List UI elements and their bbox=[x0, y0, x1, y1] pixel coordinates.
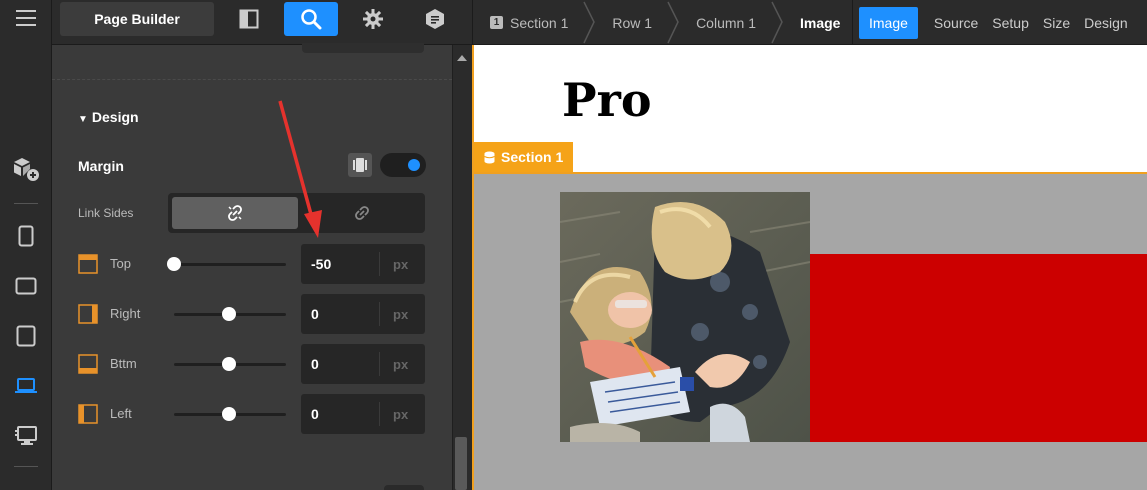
breadcrumb-current-label: Image bbox=[799, 14, 841, 31]
hamburger-menu-icon[interactable] bbox=[12, 4, 40, 32]
margin-top-value: -50 bbox=[311, 256, 332, 272]
children-photo[interactable] bbox=[560, 192, 810, 442]
toggle-knob bbox=[408, 159, 420, 171]
margin-top-side-icon bbox=[78, 254, 98, 274]
link-icon bbox=[355, 206, 369, 220]
breadcrumb-column-label: Column 1 bbox=[696, 14, 756, 31]
section-tag-label: Section 1 bbox=[501, 149, 564, 165]
margin-bottom-value: 0 bbox=[311, 356, 319, 372]
caret-down-icon: ▼ bbox=[78, 114, 88, 125]
red-content-block bbox=[810, 254, 1147, 442]
hexagon-icon[interactable] bbox=[408, 2, 462, 36]
page-preview-canvas: Pro Section 1 bbox=[472, 45, 1147, 490]
margin-left-side-icon bbox=[78, 404, 98, 424]
mobile-device-icon[interactable] bbox=[12, 222, 40, 250]
section-number-badge: 1 bbox=[490, 16, 503, 29]
margin-toggle[interactable] bbox=[380, 153, 426, 177]
laptop-icon[interactable] bbox=[12, 372, 40, 400]
tablet-landscape-icon[interactable] bbox=[12, 272, 40, 300]
chevron-right-icon bbox=[583, 1, 596, 44]
broken-link-icon bbox=[228, 205, 242, 221]
breadcrumb-section-label: Section 1 bbox=[510, 14, 569, 31]
breadcrumb-section[interactable]: 1 Section 1 bbox=[473, 0, 582, 45]
margin-bottom-side-icon bbox=[78, 354, 98, 374]
link-sides-label: Link Sides bbox=[78, 206, 134, 220]
tab-size[interactable]: Size bbox=[1043, 15, 1070, 31]
margin-left-slider-thumb[interactable] bbox=[222, 407, 236, 421]
database-icon bbox=[484, 151, 495, 163]
margin-right-unit[interactable]: px bbox=[393, 307, 408, 322]
left-rail bbox=[0, 0, 52, 490]
chevron-right-icon bbox=[667, 1, 679, 44]
design-heading: Design bbox=[91, 109, 139, 125]
module-tabs: Image Source Setup Size Design bbox=[853, 0, 1142, 45]
margin-bottom-unit[interactable]: px bbox=[393, 357, 408, 372]
unit-separator bbox=[379, 302, 380, 326]
margin-left-label: Left bbox=[110, 406, 132, 421]
gear-icon[interactable] bbox=[346, 2, 400, 36]
section-tag[interactable]: Section 1 bbox=[474, 142, 574, 172]
margin-top-input[interactable]: -50 px bbox=[301, 244, 425, 284]
margin-left-unit[interactable]: px bbox=[393, 407, 408, 422]
modules-add-icon[interactable] bbox=[12, 155, 40, 183]
unit-separator bbox=[379, 352, 380, 376]
breadcrumb-column[interactable]: Column 1 bbox=[680, 0, 770, 45]
panel-scrollbar[interactable] bbox=[452, 45, 470, 490]
unit-separator bbox=[379, 252, 380, 276]
breadcrumb-row-label: Row 1 bbox=[612, 14, 653, 31]
unit-separator bbox=[379, 402, 380, 426]
margin-top-unit[interactable]: px bbox=[393, 257, 408, 272]
margin-bottom-label: Bttm bbox=[110, 356, 137, 371]
margin-top-slider-thumb[interactable] bbox=[167, 257, 181, 271]
panel-divider bbox=[52, 79, 452, 80]
tab-source[interactable]: Source bbox=[934, 15, 978, 31]
breadcrumb-row[interactable]: Row 1 bbox=[596, 0, 666, 45]
preview-heading[interactable]: Pro bbox=[562, 73, 652, 127]
tab-setup[interactable]: Setup bbox=[992, 15, 1029, 31]
margin-right-row: Right 0 px bbox=[52, 293, 452, 335]
scroll-up-arrow-icon[interactable] bbox=[457, 55, 467, 61]
rail-divider bbox=[14, 466, 38, 467]
breadcrumb-current[interactable]: Image bbox=[784, 0, 854, 45]
page-builder-app: Page Builder 1 Section 1 Row 1 Column 1 … bbox=[0, 0, 1147, 490]
margin-bottom-row: Bttm 0 px bbox=[52, 343, 452, 385]
margin-left-input[interactable]: 0 px bbox=[301, 394, 425, 434]
desktop-icon[interactable] bbox=[12, 422, 40, 450]
margin-right-input[interactable]: 0 px bbox=[301, 294, 425, 334]
chevron-right-icon bbox=[771, 1, 783, 44]
search-icon[interactable] bbox=[284, 2, 338, 36]
panel-layout-icon[interactable] bbox=[222, 2, 276, 36]
margin-right-value: 0 bbox=[311, 306, 319, 322]
link-sides-control bbox=[168, 193, 425, 233]
link-sides-button[interactable] bbox=[299, 197, 425, 229]
margin-bottom-input[interactable]: 0 px bbox=[301, 344, 425, 384]
margin-left-value: 0 bbox=[311, 406, 319, 422]
responsive-icon bbox=[353, 158, 367, 172]
rail-divider bbox=[14, 203, 38, 204]
margin-top-slider-track[interactable] bbox=[174, 263, 286, 266]
settings-panel: ▼ Design Margin Link Sides Top -50 px Ri… bbox=[52, 43, 452, 490]
next-field-stub bbox=[384, 485, 424, 490]
margin-label: Margin bbox=[78, 158, 124, 174]
scrollbar-thumb[interactable] bbox=[455, 437, 467, 490]
margin-right-side-icon bbox=[78, 304, 98, 324]
margin-left-row: Left 0 px bbox=[52, 393, 452, 435]
section-area[interactable] bbox=[474, 172, 1147, 490]
tablet-portrait-icon[interactable] bbox=[12, 322, 40, 350]
responsive-settings-button[interactable] bbox=[348, 153, 372, 177]
previous-field-stub bbox=[302, 43, 424, 53]
margin-bottom-slider-thumb[interactable] bbox=[222, 357, 236, 371]
tab-design[interactable]: Design bbox=[1084, 15, 1128, 31]
margin-right-slider-thumb[interactable] bbox=[222, 307, 236, 321]
page-builder-button[interactable]: Page Builder bbox=[60, 2, 214, 36]
tab-image[interactable]: Image bbox=[859, 6, 918, 39]
breadcrumb: 1 Section 1 Row 1 Column 1 Image bbox=[473, 0, 854, 45]
design-section-toggle[interactable]: ▼ Design bbox=[78, 109, 139, 125]
margin-top-label: Top bbox=[110, 256, 131, 271]
margin-top-row: Top -50 px bbox=[52, 243, 452, 285]
unlink-sides-button[interactable] bbox=[172, 197, 298, 229]
margin-right-label: Right bbox=[110, 306, 141, 321]
